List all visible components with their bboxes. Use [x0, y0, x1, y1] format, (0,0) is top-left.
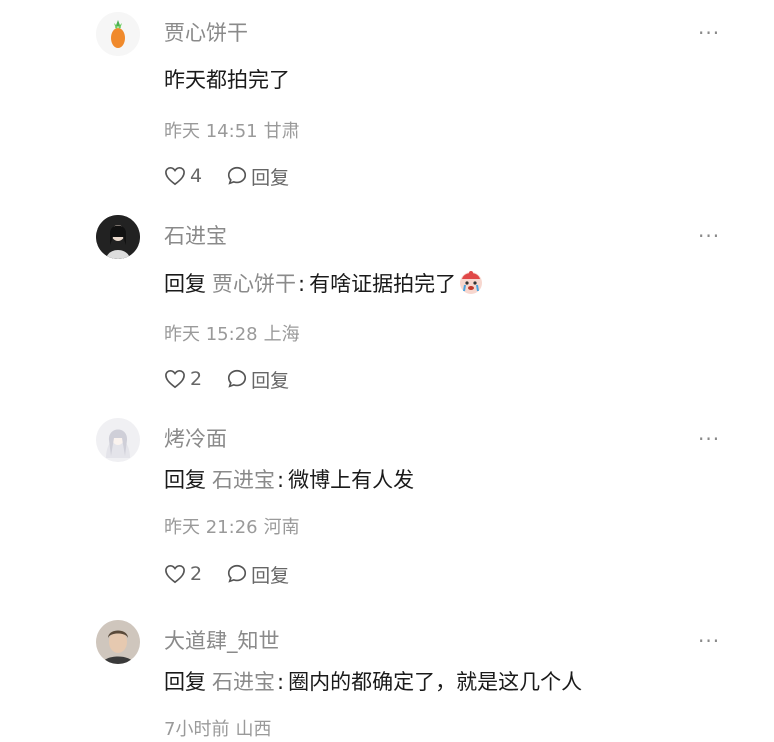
comment-time: 昨天 14:51	[164, 121, 258, 142]
comment-actions: 2 回复	[164, 365, 289, 393]
heart-icon	[165, 564, 185, 584]
reply-button[interactable]: 回复	[226, 366, 289, 393]
comment-time: 昨天 15:28	[164, 324, 258, 345]
reply-target-username[interactable]: 石进宝	[212, 468, 275, 492]
comment-content: 有啥证据拍完了	[309, 272, 457, 296]
comment-content: 微博上有人发	[288, 468, 415, 492]
comment-actions: 4 回复	[164, 162, 289, 190]
like-count: 4	[190, 165, 203, 187]
user-avatar[interactable]	[96, 215, 140, 259]
reply-prefix: 回复	[164, 670, 206, 694]
like-button[interactable]: 2	[164, 563, 202, 585]
comment-actions: 2 回复	[164, 560, 289, 588]
comment-content: 昨天都拍完了	[164, 68, 290, 92]
comment-meta: 7小时前 山西	[164, 718, 271, 742]
speech-bubble-icon	[228, 166, 247, 185]
like-button[interactable]: 2	[164, 368, 202, 390]
comment-location: 山西	[235, 719, 272, 740]
more-options-icon[interactable]: ···	[698, 628, 720, 654]
reply-target-username[interactable]: 贾心饼干	[212, 272, 296, 296]
person-avatar-photo-icon	[96, 620, 140, 664]
comment-meta: 昨天 21:26 河南	[164, 516, 300, 540]
like-button[interactable]: 4	[164, 165, 202, 187]
reply-button[interactable]: 回复	[226, 561, 289, 588]
comment-text: 回复 石进宝: 圈内的都确定了，就是这几个人	[164, 668, 582, 696]
comment-location: 上海	[263, 324, 300, 345]
anime-avatar-light-icon	[96, 418, 140, 462]
reply-label: 回复	[251, 166, 290, 189]
username[interactable]: 烤冷面	[164, 426, 227, 452]
more-options-icon[interactable]: ···	[698, 20, 720, 46]
speech-bubble-icon	[228, 369, 247, 388]
reply-prefix: 回复	[164, 272, 206, 296]
heart-icon	[165, 369, 185, 389]
like-count: 2	[190, 563, 203, 585]
reply-prefix: 回复	[164, 468, 206, 492]
username[interactable]: 石进宝	[164, 223, 227, 249]
like-count: 2	[190, 368, 203, 390]
reply-label: 回复	[251, 369, 290, 392]
comment-time: 7小时前	[164, 719, 230, 740]
user-avatar[interactable]	[96, 12, 140, 56]
carrot-avatar-icon	[96, 12, 140, 56]
colon: :	[298, 272, 306, 296]
reply-target-username[interactable]: 石进宝	[212, 670, 275, 694]
comment-text: 昨天都拍完了	[164, 66, 290, 94]
comment-meta: 昨天 15:28 上海	[164, 323, 300, 347]
comment-meta: 昨天 14:51 甘肃	[164, 120, 300, 144]
comment-location: 甘肃	[263, 121, 300, 142]
heart-icon	[165, 166, 185, 186]
person-avatar-dark-icon	[96, 215, 140, 259]
comment-content: 圈内的都确定了，就是这几个人	[288, 670, 583, 694]
username[interactable]: 大道肆_知世	[164, 628, 280, 654]
more-options-icon[interactable]: ···	[698, 426, 720, 452]
reply-button[interactable]: 回复	[226, 163, 289, 190]
comment-location: 河南	[263, 517, 300, 538]
comment-text: 回复 贾心饼干: 有啥证据拍完了	[164, 269, 484, 302]
colon: :	[277, 670, 285, 694]
user-avatar[interactable]	[96, 418, 140, 462]
reply-label: 回复	[251, 564, 290, 587]
crying-emoji-icon	[458, 269, 484, 302]
user-avatar[interactable]	[96, 620, 140, 664]
more-options-icon[interactable]: ···	[698, 223, 720, 249]
speech-bubble-icon	[228, 564, 247, 583]
colon: :	[277, 468, 285, 492]
username[interactable]: 贾心饼干	[164, 20, 248, 46]
comment-text: 回复 石进宝: 微博上有人发	[164, 466, 414, 494]
comment-time: 昨天 21:26	[164, 517, 258, 538]
